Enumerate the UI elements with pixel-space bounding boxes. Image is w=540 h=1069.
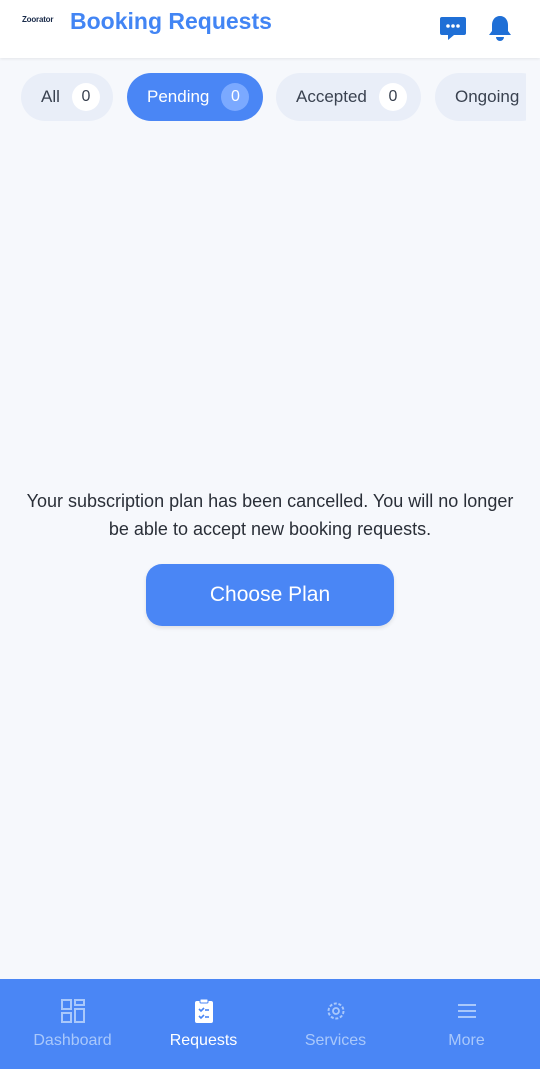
chat-button[interactable] — [438, 13, 468, 43]
menu-icon — [456, 998, 478, 1024]
app-screen: Zoorator Booking Requests All 0 Pending … — [0, 0, 540, 1069]
nav-item-requests[interactable]: Requests — [136, 979, 271, 1069]
nav-item-dashboard[interactable]: Dashboard — [5, 979, 140, 1069]
tab-label: All — [41, 87, 60, 106]
tab-all[interactable]: All 0 — [21, 73, 113, 121]
status-tabs: All 0 Pending 0 Accepted 0 Ongoing — [0, 73, 526, 121]
clipboard-icon — [193, 998, 215, 1024]
nav-label: Dashboard — [33, 1032, 112, 1049]
chat-icon — [440, 17, 466, 40]
tab-pending[interactable]: Pending 0 — [127, 73, 263, 121]
nav-item-services[interactable]: Services — [268, 979, 403, 1069]
choose-plan-button[interactable]: Choose Plan — [146, 564, 394, 626]
bottom-navigation: Dashboard Requests Services More — [0, 979, 540, 1069]
page-title: Booking Requests — [70, 8, 272, 34]
notifications-button[interactable] — [485, 13, 515, 43]
tab-ongoing[interactable]: Ongoing — [435, 73, 526, 121]
app-logo: Zoorator — [22, 15, 53, 24]
logo-text: Zoorator — [22, 15, 54, 24]
subscription-cancelled-message: Your subscription plan has been cancelle… — [26, 491, 514, 539]
dashboard-icon — [60, 998, 86, 1024]
app-header: Zoorator Booking Requests — [0, 0, 540, 58]
tab-count-badge: 0 — [221, 83, 250, 111]
tab-accepted[interactable]: Accepted 0 — [276, 73, 421, 121]
nav-label: Requests — [169, 1032, 238, 1049]
tab-label: Ongoing — [455, 87, 520, 106]
bell-icon — [489, 16, 511, 41]
nav-label: More — [448, 1032, 485, 1049]
tab-label: Accepted — [296, 87, 367, 106]
tab-count-badge: 0 — [71, 83, 100, 111]
tab-label: Pending — [147, 87, 210, 106]
nav-label: Services — [304, 1032, 367, 1049]
tab-count-badge: 0 — [378, 83, 407, 111]
gear-icon — [324, 998, 348, 1024]
nav-item-more[interactable]: More — [399, 979, 534, 1069]
